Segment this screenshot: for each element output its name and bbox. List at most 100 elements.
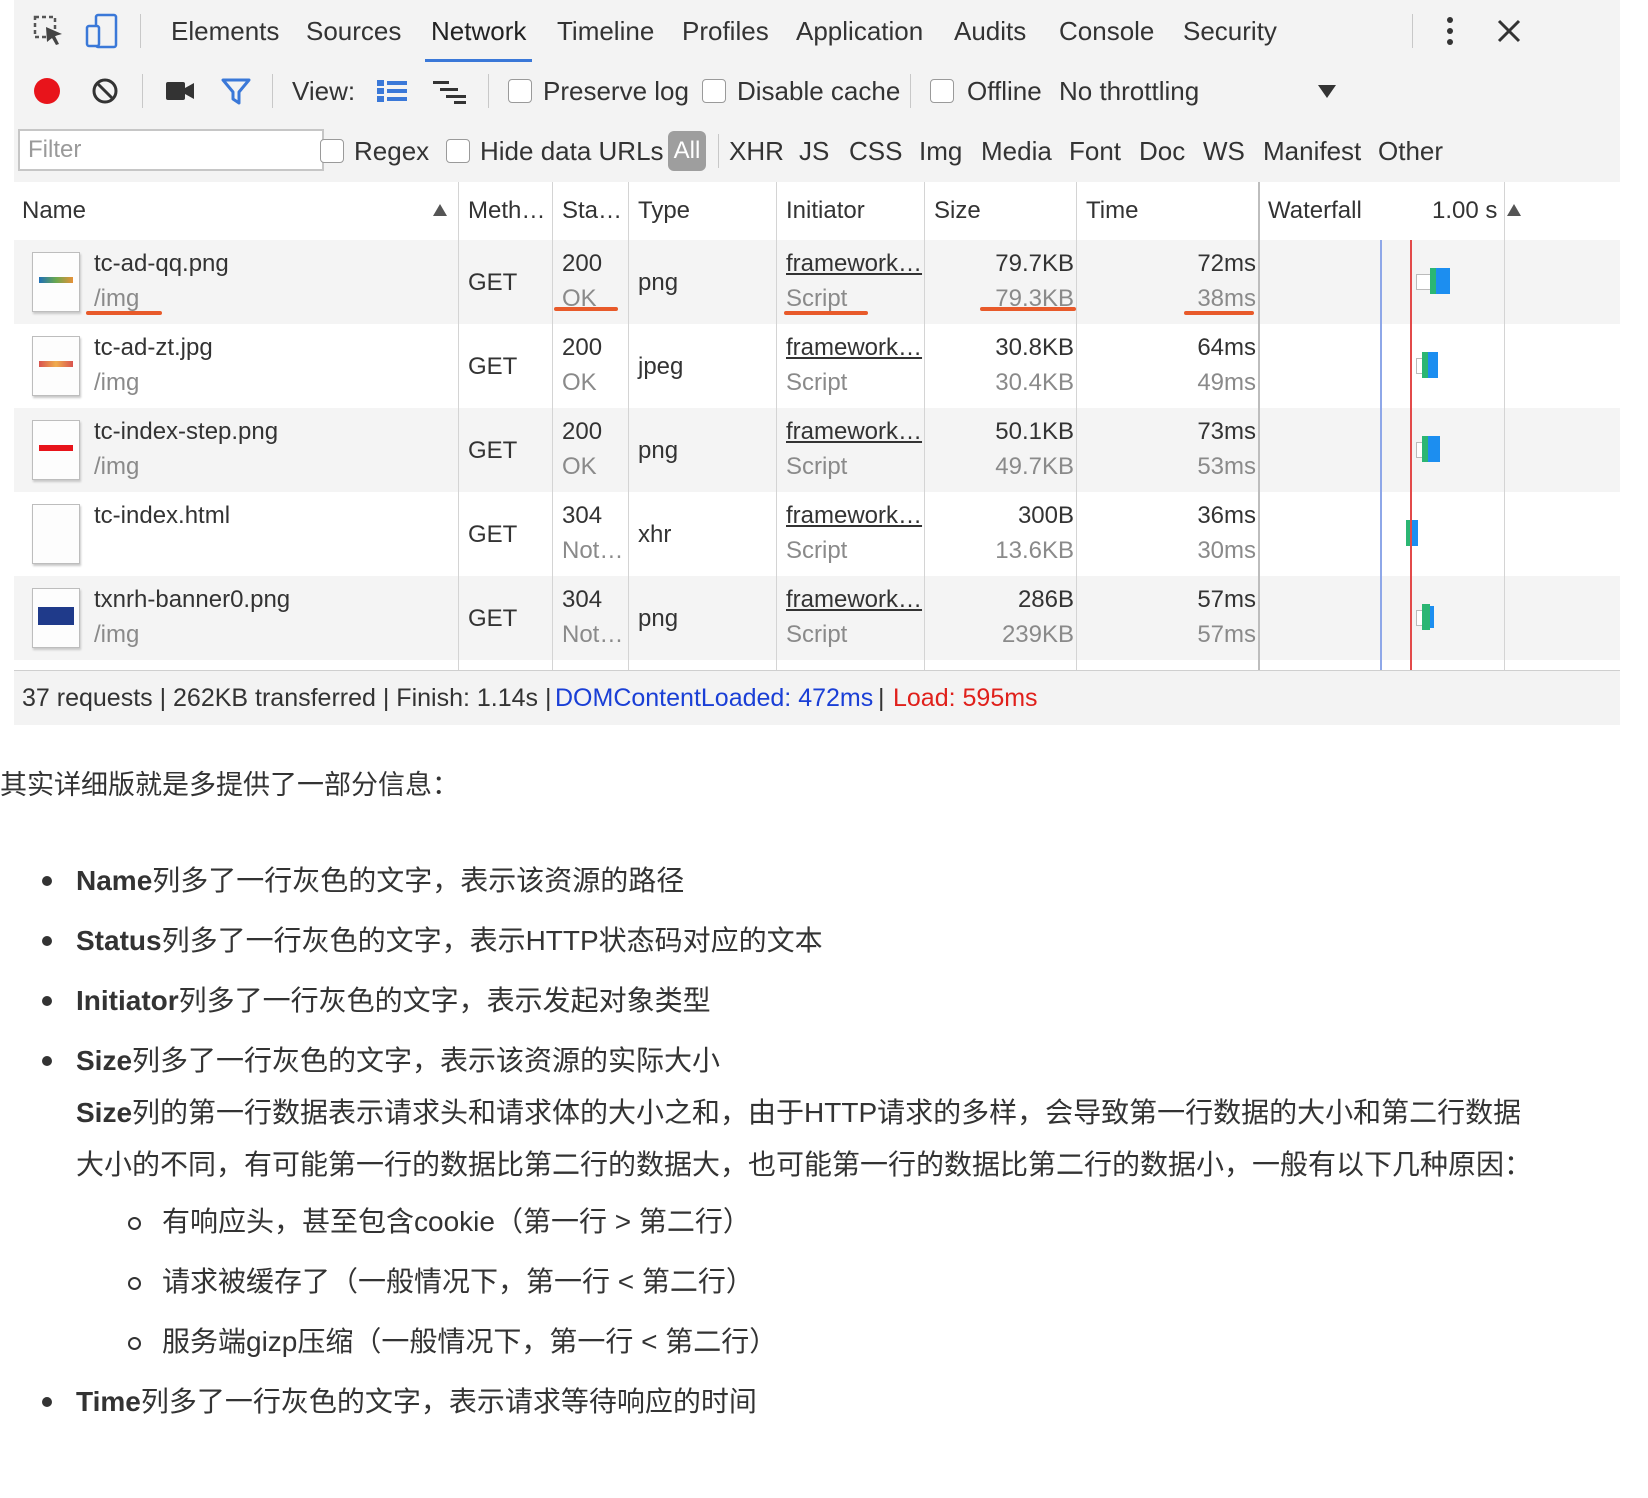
regex-checkbox[interactable] xyxy=(320,139,344,163)
hide-data-urls-checkbox[interactable] xyxy=(446,139,470,163)
filter-type-media[interactable]: Media xyxy=(981,120,1052,182)
capture-screenshots-icon[interactable] xyxy=(164,78,196,104)
tab-console[interactable]: Console xyxy=(1059,0,1154,62)
filter-input[interactable]: Filter xyxy=(18,129,324,171)
bullet-status: Status列多了一行灰色的文字，表示HTTP状态码对应的文本 xyxy=(76,925,823,956)
summary-separator: | xyxy=(878,684,885,712)
filter-type-font[interactable]: Font xyxy=(1069,120,1121,182)
request-initiator-type: Script xyxy=(786,453,848,480)
preserve-log-checkbox[interactable] xyxy=(508,79,532,103)
column-header-status[interactable]: Sta… xyxy=(562,182,622,240)
request-latency: 38ms xyxy=(1197,285,1256,312)
filter-type-all[interactable]: All xyxy=(668,131,706,171)
overview-icon[interactable] xyxy=(432,77,468,105)
tab-audits[interactable]: Audits xyxy=(954,0,1026,62)
device-toolbar-icon[interactable] xyxy=(84,12,120,50)
filter-type-img[interactable]: Img xyxy=(919,120,962,182)
filter-type-other[interactable]: Other xyxy=(1378,120,1443,182)
regex-label: Regex xyxy=(354,136,430,166)
intro-text: 其实详细版就是多提供了一部分信息： xyxy=(0,770,459,800)
disable-cache-checkbox[interactable] xyxy=(702,79,726,103)
summary-text: 37 requests | 262KB transferred | Finish… xyxy=(22,684,552,712)
request-path: /img xyxy=(94,369,140,396)
clear-icon[interactable] xyxy=(90,76,120,106)
filter-icon[interactable] xyxy=(220,75,252,107)
tab-timeline[interactable]: Timeline xyxy=(557,0,654,62)
bullet-initiator: Initiator列多了一行灰色的文字，表示发起对象类型 xyxy=(76,985,711,1016)
inspect-element-icon[interactable] xyxy=(32,14,66,48)
request-initiator[interactable]: framework… xyxy=(786,250,922,278)
network-toolbar: View: Preserve log Disable cache Offline… xyxy=(14,62,1620,121)
request-path: /img xyxy=(94,285,140,312)
offline-checkbox[interactable] xyxy=(930,79,954,103)
size-explanation: Size列的第一行数据表示请求头和请求体的大小之和，由于HTTP请求的多样，会导… xyxy=(76,1097,1522,1128)
more-options-icon[interactable] xyxy=(1440,14,1460,48)
request-initiator-type: Script xyxy=(786,621,848,648)
request-status-text: Not… xyxy=(562,621,624,648)
request-initiator[interactable]: framework… xyxy=(786,502,922,530)
load-time-text: Load: 595ms xyxy=(893,684,1038,712)
column-header-waterfall[interactable]: Waterfall xyxy=(1268,182,1362,240)
waterfall-bar xyxy=(1416,604,1436,630)
column-header-method[interactable]: Meth… xyxy=(468,182,545,240)
file-thumbnail-icon xyxy=(32,252,80,312)
bullet-dot xyxy=(42,876,52,886)
filter-type-manifest[interactable]: Manifest xyxy=(1263,120,1361,182)
column-header-time[interactable]: Time xyxy=(1086,182,1138,240)
dom-content-loaded-line xyxy=(1380,240,1382,670)
tab-profiles[interactable]: Profiles xyxy=(682,0,769,62)
throttling-select[interactable]: No throttling xyxy=(1059,62,1199,120)
request-time: 36ms xyxy=(1197,502,1256,529)
request-status: 200 xyxy=(562,334,603,361)
request-type: png xyxy=(638,269,679,296)
request-type: png xyxy=(638,605,679,632)
request-initiator[interactable]: framework… xyxy=(786,418,922,446)
file-thumbnail-icon xyxy=(32,336,80,396)
request-status: 304 xyxy=(562,586,603,613)
tab-elements[interactable]: Elements xyxy=(171,0,279,62)
column-header-initiator[interactable]: Initiator xyxy=(786,182,865,240)
filter-type-xhr[interactable]: XHR xyxy=(729,120,784,182)
request-type: xhr xyxy=(638,521,672,548)
tab-network[interactable]: Network xyxy=(424,0,533,62)
sub-bullet-ring xyxy=(128,1277,141,1290)
tab-application[interactable]: Application xyxy=(796,0,923,62)
request-name: tc-ad-zt.jpg xyxy=(94,334,213,361)
close-icon[interactable] xyxy=(1494,16,1524,46)
sort-ascending-icon xyxy=(432,202,448,218)
bullet-dot xyxy=(42,1397,52,1407)
chevron-down-icon[interactable] xyxy=(1316,82,1338,100)
column-header-size[interactable]: Size xyxy=(934,182,981,240)
request-resource-size: 49.7KB xyxy=(995,453,1074,480)
devtools-tab-bar: Elements Sources Network Timeline Profil… xyxy=(14,0,1620,63)
request-time: 72ms xyxy=(1197,250,1256,277)
filter-type-css[interactable]: CSS xyxy=(849,120,902,182)
request-method: GET xyxy=(468,521,518,548)
request-table-header: Name Meth… Sta… Type Initiator Size Time… xyxy=(14,182,1620,242)
request-method: GET xyxy=(468,605,518,632)
request-initiator[interactable]: framework… xyxy=(786,334,922,362)
request-size: 300B xyxy=(1017,502,1074,529)
request-status-text: OK xyxy=(562,369,597,396)
request-initiator[interactable]: framework… xyxy=(786,586,922,614)
record-icon[interactable] xyxy=(32,76,62,106)
bullet-size: Size列多了一行灰色的文字，表示该资源的实际大小 xyxy=(76,1045,721,1076)
column-header-type[interactable]: Type xyxy=(638,182,690,240)
request-method: GET xyxy=(468,353,518,380)
annotation-underline xyxy=(86,311,162,315)
request-size: 50.1KB xyxy=(995,418,1074,445)
waterfall-bar xyxy=(1416,268,1450,294)
tab-security[interactable]: Security xyxy=(1183,0,1277,62)
load-event-line xyxy=(1410,240,1412,670)
filter-type-js[interactable]: JS xyxy=(799,120,829,182)
hide-data-urls-label: Hide data URLs xyxy=(480,136,664,166)
column-header-name[interactable]: Name xyxy=(22,182,86,240)
request-time: 57ms xyxy=(1197,586,1256,613)
large-request-rows-icon[interactable] xyxy=(376,77,408,105)
request-time: 73ms xyxy=(1197,418,1256,445)
filter-type-doc[interactable]: Doc xyxy=(1139,120,1185,182)
filter-type-ws[interactable]: WS xyxy=(1203,120,1245,182)
tab-sources[interactable]: Sources xyxy=(306,0,401,62)
bullet-dot xyxy=(42,1056,52,1066)
file-thumbnail-icon xyxy=(32,588,80,648)
